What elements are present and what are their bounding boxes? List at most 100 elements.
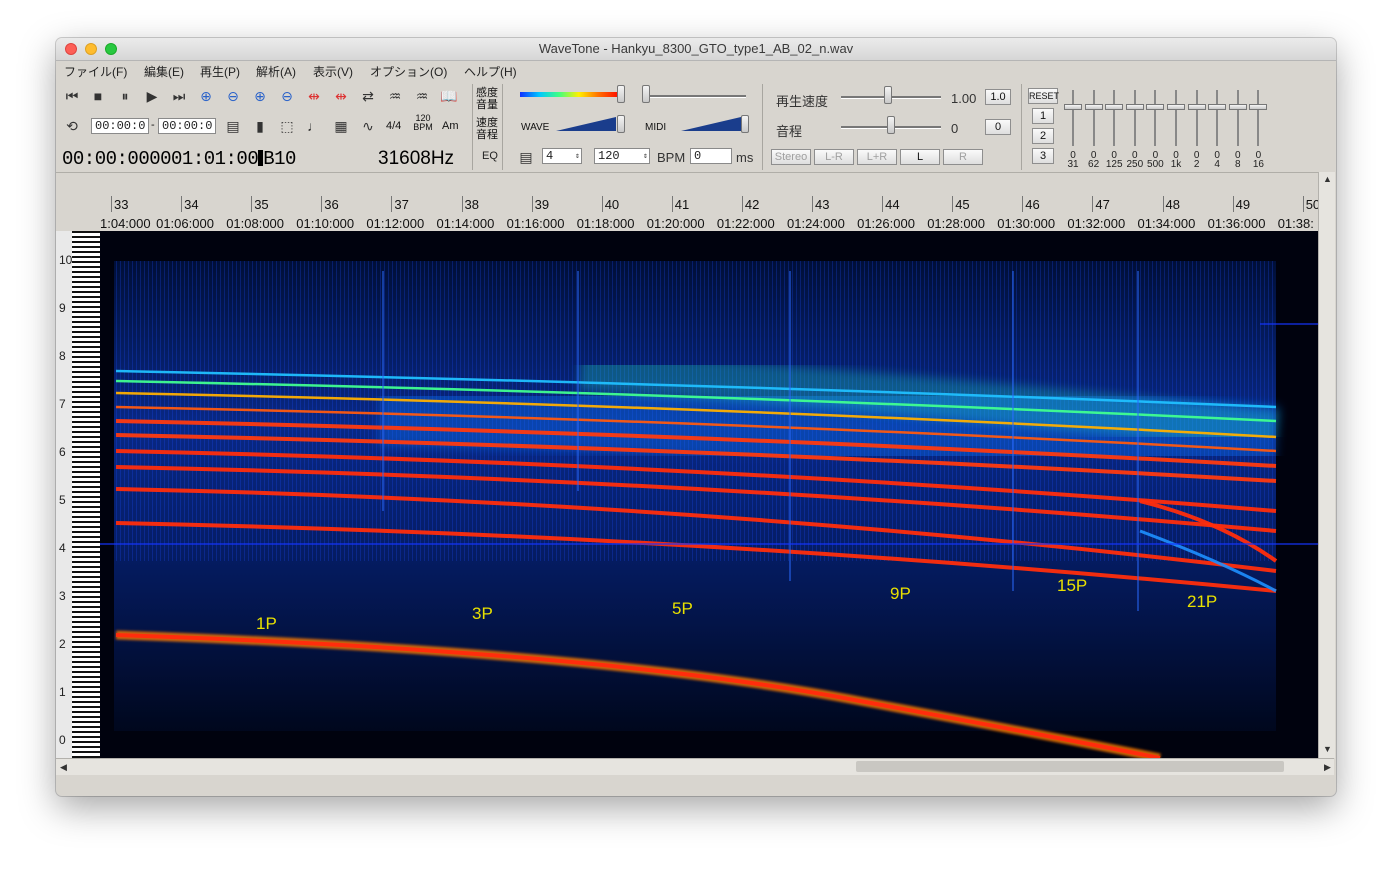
eq-band-knob[interactable] xyxy=(1187,104,1206,110)
midi-label: MIDI xyxy=(645,122,667,133)
split-icon[interactable]: ▤ xyxy=(223,117,243,135)
channel-l-button[interactable]: L xyxy=(900,149,940,165)
play-icon[interactable]: ▶ xyxy=(142,87,162,105)
midi-level-thumb[interactable] xyxy=(741,115,749,133)
window-title: WaveTone - Hankyu_8300_GTO_type1_AB_02_n… xyxy=(538,41,854,56)
eq-band-slider[interactable] xyxy=(1146,90,1165,146)
eq-band-knob[interactable] xyxy=(1105,104,1124,110)
spectrum-icon[interactable]: ♒ xyxy=(412,87,432,105)
ms-field[interactable]: 0 xyxy=(690,148,732,164)
eq-reset-button[interactable]: RESET xyxy=(1028,88,1059,104)
bpm-icon[interactable]: 120 BPM xyxy=(412,114,434,132)
channel-l-minus-r-button[interactable]: L-R xyxy=(814,149,854,165)
bar-tick xyxy=(461,196,463,212)
chord-icon[interactable]: Am xyxy=(442,120,459,132)
eq-label[interactable]: EQ xyxy=(482,150,498,162)
eq-band-knob[interactable] xyxy=(1208,104,1227,110)
zoom-out-vertical-icon[interactable]: ⊖ xyxy=(277,87,297,105)
eq-band-slider[interactable] xyxy=(1187,90,1206,146)
timeline-ruler[interactable]: 33 34 35 36 37 38 39 40 41 42 43 44 45 46 47 48 49 50 1:04… xyxy=(100,172,1320,231)
eq-band-knob[interactable] xyxy=(1064,104,1082,110)
spectrogram-view[interactable]: 1P 3P 5P 9P 15P 21P xyxy=(100,231,1318,758)
scroll-left-icon[interactable]: ◀ xyxy=(60,762,67,773)
range-end-field[interactable]: 00:00:0 xyxy=(158,118,216,134)
zoom-in-vertical-icon[interactable]: ⊕ xyxy=(250,87,270,105)
bar-tick xyxy=(1162,196,1164,212)
menu-play[interactable]: 再生(P) xyxy=(200,63,240,80)
eq-band-slider[interactable] xyxy=(1125,90,1144,146)
marker-icon[interactable]: ▮ xyxy=(250,117,270,135)
beats-field[interactable]: 4 ⇕ xyxy=(542,148,582,164)
volume-slider-track[interactable] xyxy=(644,95,746,98)
eq-band-knob[interactable] xyxy=(1084,104,1103,110)
range-start-field[interactable]: 00:00:0 xyxy=(91,118,149,134)
pitch-thumb[interactable] xyxy=(887,116,895,134)
menu-edit[interactable]: 編集(E) xyxy=(144,63,184,80)
vertical-scrollbar[interactable]: ▲ ▼ xyxy=(1318,172,1335,758)
eq-band-track xyxy=(1216,90,1219,146)
menu-analyze[interactable]: 解析(A) xyxy=(256,63,296,80)
zoom-in-horizontal-icon[interactable]: ⊕ xyxy=(196,87,216,105)
stop-icon[interactable]: ■ xyxy=(88,87,108,105)
sensitivity-slider-thumb[interactable] xyxy=(617,85,625,103)
eq-band-slider[interactable] xyxy=(1064,90,1082,146)
playback-speed-thumb[interactable] xyxy=(884,86,892,104)
volume-slider-thumb[interactable] xyxy=(642,85,650,103)
curve-icon[interactable]: ∿ xyxy=(358,117,378,135)
divider xyxy=(502,84,503,170)
horizontal-scrollbar[interactable]: ◀ ▶ xyxy=(56,758,1334,775)
wave-level-thumb[interactable] xyxy=(617,115,625,133)
expand-horizontal-icon[interactable]: ⇹ xyxy=(304,87,324,105)
fast-forward-icon[interactable]: ⏭ xyxy=(169,87,189,105)
channel-stereo-button[interactable]: Stereo xyxy=(771,149,811,165)
menu-options[interactable]: オプション(O) xyxy=(370,63,447,80)
eq-band-slider[interactable] xyxy=(1228,90,1247,146)
divider xyxy=(472,84,473,170)
piano-keyboard[interactable]: 10 9 8 7 6 5 4 3 2 1 0 xyxy=(56,231,100,758)
eq-band-knob[interactable] xyxy=(1146,104,1165,110)
loop-icon[interactable]: ⟲ xyxy=(62,117,82,135)
pause-icon[interactable]: ⏸ xyxy=(115,87,135,105)
note-icon[interactable]: ♩ xyxy=(304,117,324,135)
eq-band-slider[interactable] xyxy=(1167,90,1185,146)
pitch-small-label: 音程 xyxy=(476,129,498,141)
menu-file[interactable]: ファイル(F) xyxy=(64,63,127,80)
book-icon[interactable]: 📖 xyxy=(439,87,459,105)
scroll-right-icon[interactable]: ▶ xyxy=(1324,762,1331,773)
eq-preset-3-button[interactable]: 3 xyxy=(1032,148,1054,164)
swap-icon[interactable]: ⇄ xyxy=(358,87,378,105)
eq-band-knob[interactable] xyxy=(1228,104,1247,110)
eq-preset-1-button[interactable]: 1 xyxy=(1032,108,1054,124)
select-icon[interactable]: ⬚ xyxy=(277,117,297,135)
channel-r-button[interactable]: R xyxy=(943,149,983,165)
notch-annotation: 3P xyxy=(472,604,493,623)
eq-preset-2-button[interactable]: 2 xyxy=(1032,128,1054,144)
tempo-spin-icon[interactable]: ⇕ xyxy=(643,150,648,164)
eq-band-slider[interactable] xyxy=(1084,90,1103,146)
menu-help[interactable]: ヘルプ(H) xyxy=(464,63,517,80)
menu-view[interactable]: 表示(V) xyxy=(313,63,353,80)
eq-band-slider[interactable] xyxy=(1249,90,1268,146)
tempo-field[interactable]: 120 ⇕ xyxy=(594,148,650,164)
scroll-down-icon[interactable]: ▼ xyxy=(1323,744,1332,754)
zoom-out-horizontal-icon[interactable]: ⊖ xyxy=(223,87,243,105)
shrink-horizontal-icon[interactable]: ⇹ xyxy=(331,87,351,105)
eq-band-track xyxy=(1092,90,1095,146)
notch-annotation: 1P xyxy=(256,614,277,633)
eq-band-slider[interactable] xyxy=(1105,90,1124,146)
eq-band-frequency: 250 xyxy=(1126,159,1144,170)
pitch-reset-button[interactable]: 0 xyxy=(985,119,1011,135)
time-signature-label[interactable]: 4/4 xyxy=(386,120,401,132)
eq-band-knob[interactable] xyxy=(1167,104,1185,110)
speed-reset-button[interactable]: 1.0 xyxy=(985,89,1011,105)
channel-l-plus-r-button[interactable]: L+R xyxy=(857,149,897,165)
beats-spin-icon[interactable]: ⇕ xyxy=(575,150,580,164)
scroll-up-icon[interactable]: ▲ xyxy=(1323,174,1332,184)
eq-band-slider[interactable] xyxy=(1208,90,1227,146)
rewind-icon[interactable]: ⏮ xyxy=(62,87,82,105)
grid-icon[interactable]: ▦ xyxy=(331,117,351,135)
waveform-icon[interactable]: ♒ xyxy=(385,87,405,105)
horizontal-scroll-thumb[interactable] xyxy=(856,761,1284,772)
eq-band-knob[interactable] xyxy=(1249,104,1268,110)
eq-band-knob[interactable] xyxy=(1125,104,1144,110)
